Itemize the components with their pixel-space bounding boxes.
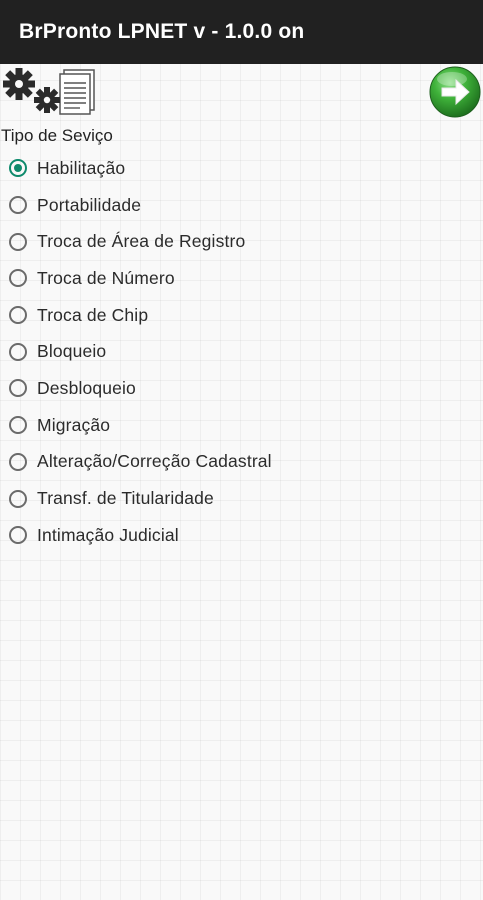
radio-unchecked-icon[interactable] <box>9 306 27 325</box>
radio-unchecked-icon[interactable] <box>9 526 27 545</box>
service-option-label: Desbloqueio <box>37 377 136 398</box>
radio-unchecked-icon[interactable] <box>9 196 27 215</box>
radio-unchecked-icon[interactable] <box>9 379 27 398</box>
radio-unchecked-icon[interactable] <box>9 416 27 435</box>
service-option-label: Alteração/Correção Cadastral <box>37 451 272 472</box>
service-option-label: Troca de Número <box>37 267 175 288</box>
radio-unchecked-icon[interactable] <box>9 342 27 361</box>
service-option[interactable]: Intimação Judicial <box>0 517 483 554</box>
service-type-radio-group: Habilitação Portabilidade Troca de Área de… <box>0 150 483 554</box>
service-option[interactable]: Portabilidade <box>0 187 483 224</box>
service-option[interactable]: Migração <box>0 407 483 444</box>
service-option-label: Troca de Área de Registro <box>37 231 246 252</box>
radio-unchecked-icon[interactable] <box>9 452 27 471</box>
service-option[interactable]: Habilitação <box>0 150 483 187</box>
service-option[interactable]: Troca de Área de Registro <box>0 223 483 260</box>
service-option[interactable]: Troca de Número <box>0 260 483 297</box>
service-option[interactable]: Bloqueio <box>0 333 483 370</box>
app-bar: BrPronto LPNET v - 1.0.0 on <box>0 0 483 64</box>
service-option[interactable]: Desbloqueio <box>0 370 483 407</box>
service-option-label: Troca de Chip <box>37 304 149 325</box>
radio-unchecked-icon[interactable] <box>9 489 27 508</box>
service-option-label: Intimação Judicial <box>37 524 179 545</box>
service-option-label: Migração <box>37 414 111 435</box>
service-type-label: Tipo de Seviço <box>1 126 113 145</box>
radio-unchecked-icon[interactable] <box>9 232 27 251</box>
gears-document-icon[interactable] <box>0 64 104 120</box>
service-option-label: Habilitação <box>37 157 126 178</box>
service-option-label: Portabilidade <box>37 194 142 215</box>
service-option[interactable]: Transf. de Titularidade <box>0 480 483 517</box>
service-option-label: Bloqueio <box>37 341 107 362</box>
arrow-right-icon <box>429 66 481 118</box>
radio-unchecked-icon[interactable] <box>9 269 27 288</box>
radio-checked-icon[interactable] <box>9 159 27 178</box>
service-option[interactable]: Alteração/Correção Cadastral <box>0 444 483 481</box>
app-title: BrPronto LPNET v - 1.0.0 on <box>19 20 305 43</box>
service-option[interactable]: Troca de Chip <box>0 297 483 334</box>
service-option-label: Transf. de Titularidade <box>37 488 214 509</box>
next-button[interactable] <box>428 65 482 119</box>
